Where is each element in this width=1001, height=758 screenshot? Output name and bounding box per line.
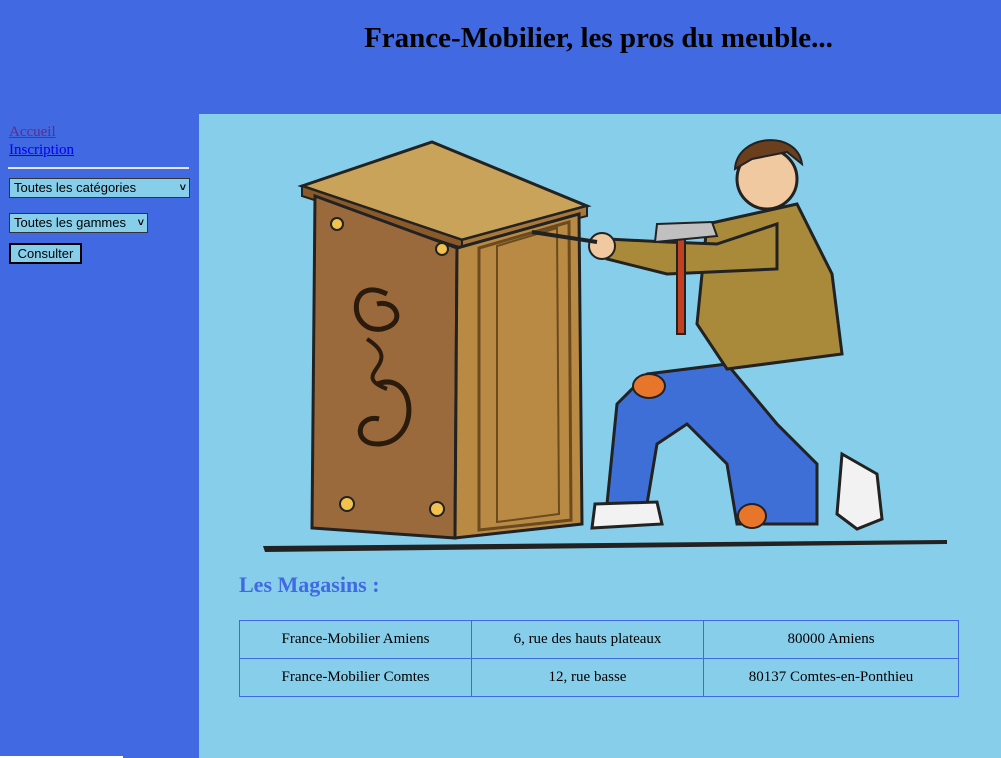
sidebar-divider <box>8 167 189 169</box>
consult-button[interactable]: Consulter <box>9 243 82 264</box>
carpenter-illustration <box>263 139 947 552</box>
store-city-cell: 80137 Comtes-en-Ponthieu <box>703 658 959 697</box>
category-select[interactable]: Toutes les catégories ˅ <box>9 178 190 198</box>
category-select-value: Toutes les catégories <box>14 180 137 195</box>
main-content: Les Magasins : France-Mobilier Amiens 6,… <box>199 114 1001 758</box>
range-select[interactable]: Toutes les gammes ˅ <box>9 213 148 233</box>
header: France-Mobilier, les pros du meuble... <box>0 0 1001 114</box>
store-name-cell: France-Mobilier Amiens <box>239 620 472 659</box>
nav-link-accueil[interactable]: Accueil <box>9 124 56 141</box>
table-row: France-Mobilier Amiens 6, rue des hauts … <box>239 620 959 659</box>
page-title: France-Mobilier, les pros du meuble... <box>364 22 833 54</box>
chevron-down-icon: ˅ <box>179 182 186 194</box>
table-row: France-Mobilier Comtes 12, rue basse 801… <box>239 658 959 697</box>
store-name-cell: France-Mobilier Comtes <box>239 658 472 697</box>
sidebar: Accueil Inscription Toutes les catégorie… <box>0 114 199 758</box>
store-address-cell: 6, rue des hauts plateaux <box>471 620 704 659</box>
store-city-cell: 80000 Amiens <box>703 620 959 659</box>
chevron-down-icon: ˅ <box>137 217 144 229</box>
nav-link-inscription[interactable]: Inscription <box>9 142 74 159</box>
stores-table: France-Mobilier Amiens 6, rue des hauts … <box>239 620 959 697</box>
stores-heading: Les Magasins : <box>239 572 380 597</box>
store-address-cell: 12, rue basse <box>471 658 704 697</box>
range-select-value: Toutes les gammes <box>14 215 126 230</box>
